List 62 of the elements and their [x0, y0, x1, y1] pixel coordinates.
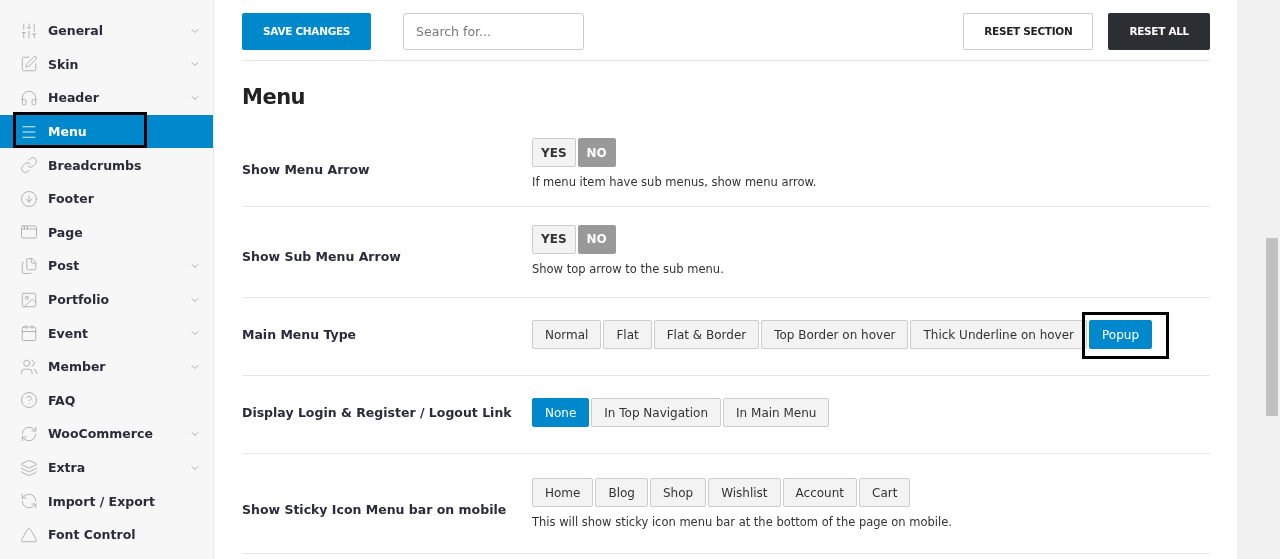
setting-description: This will show sticky icon menu bar at the bottom of the page on mobile.	[532, 515, 953, 529]
setting-label: Display Login & Register / Logout Link	[242, 405, 513, 420]
link-icon	[20, 156, 38, 175]
setting-label: Main Menu Type	[242, 327, 358, 342]
save-button[interactable]: SAVE CHANGES	[242, 12, 372, 50]
option-button[interactable]: Normal	[532, 320, 602, 349]
sliders-icon	[20, 21, 38, 40]
sidebar-item[interactable]: General	[0, 14, 213, 48]
option-button[interactable]: Account	[782, 478, 858, 507]
option-button[interactable]: In Main Menu	[723, 398, 830, 427]
option-button[interactable]: Blog	[595, 478, 648, 507]
option-button[interactable]: Wishlist	[708, 478, 781, 507]
setting-label: Show Sticky Icon Menu bar on mobile	[242, 501, 508, 517]
setting-label: Show Sub Menu Arrow	[242, 247, 402, 264]
option-button[interactable]: Thick Underline on hover	[910, 320, 1088, 349]
toggle-option[interactable]: YES	[532, 224, 576, 254]
option-button[interactable]: Top Border on hover	[761, 320, 909, 349]
sidebar-item[interactable]: Header	[0, 81, 213, 115]
sidebar-item[interactable]: Post	[0, 249, 213, 283]
option-button[interactable]: None	[532, 398, 590, 427]
sidebar-item[interactable]: Import / Export	[0, 484, 213, 518]
help-icon	[20, 391, 38, 410]
headphones-icon	[20, 89, 38, 107]
sidebar-item[interactable]: Footer	[0, 181, 213, 216]
toggle-option[interactable]: YES	[532, 138, 576, 167]
sidebar-item[interactable]: Portfolio	[0, 282, 213, 317]
calendar-icon	[20, 324, 38, 343]
pen-square-icon	[20, 55, 38, 74]
sidebar-item[interactable]: Font Control	[0, 517, 213, 552]
option-button[interactable]: In Top Navigation	[591, 398, 722, 427]
sidebar-item[interactable]: Skin	[0, 47, 213, 82]
layers-icon	[20, 458, 38, 477]
setting-description: Show top arrow to the sub menu.	[532, 261, 725, 276]
sidebar-item[interactable]: Breadcrumbs	[0, 148, 213, 182]
option-button[interactable]: Flat & Border	[653, 320, 760, 349]
sidebar-item[interactable]: Event	[0, 316, 213, 350]
arrow-down-circle-icon	[20, 189, 38, 208]
option-button[interactable]: Flat	[603, 320, 652, 349]
sidebar-item[interactable]: Member	[0, 349, 213, 384]
triangle-icon	[20, 525, 38, 544]
sidebar-item[interactable]: Extra	[0, 450, 213, 485]
setting-description: If menu item have sub menus, show menu arrow.	[532, 175, 818, 189]
image-icon	[20, 290, 38, 309]
option-button[interactable]: Home	[532, 478, 594, 507]
refresh-icon	[20, 492, 38, 511]
reset-all-button[interactable]: RESET ALL	[1108, 12, 1210, 50]
sidebar-item[interactable]: FAQ	[0, 383, 213, 418]
setting-label: Show Menu Arrow	[242, 161, 371, 177]
files-icon	[20, 256, 38, 275]
reset-section-button[interactable]: RESET SECTION	[963, 12, 1094, 50]
sidebar-item[interactable]: Menu	[0, 114, 213, 149]
option-button[interactable]: Cart	[859, 478, 911, 507]
option-button[interactable]: Shop	[649, 478, 707, 507]
refresh-icon	[20, 424, 38, 443]
sidebar-item[interactable]: Page	[0, 215, 213, 250]
scrollbar-thumb[interactable]	[1266, 238, 1278, 416]
search-field[interactable]: Search for...	[403, 12, 585, 50]
option-button[interactable]: Popup	[1089, 320, 1153, 349]
users-icon	[20, 357, 38, 376]
sidebar-item[interactable]: WooCommerce	[0, 417, 213, 451]
section-title: Menu	[242, 84, 307, 111]
window-icon	[20, 223, 38, 242]
